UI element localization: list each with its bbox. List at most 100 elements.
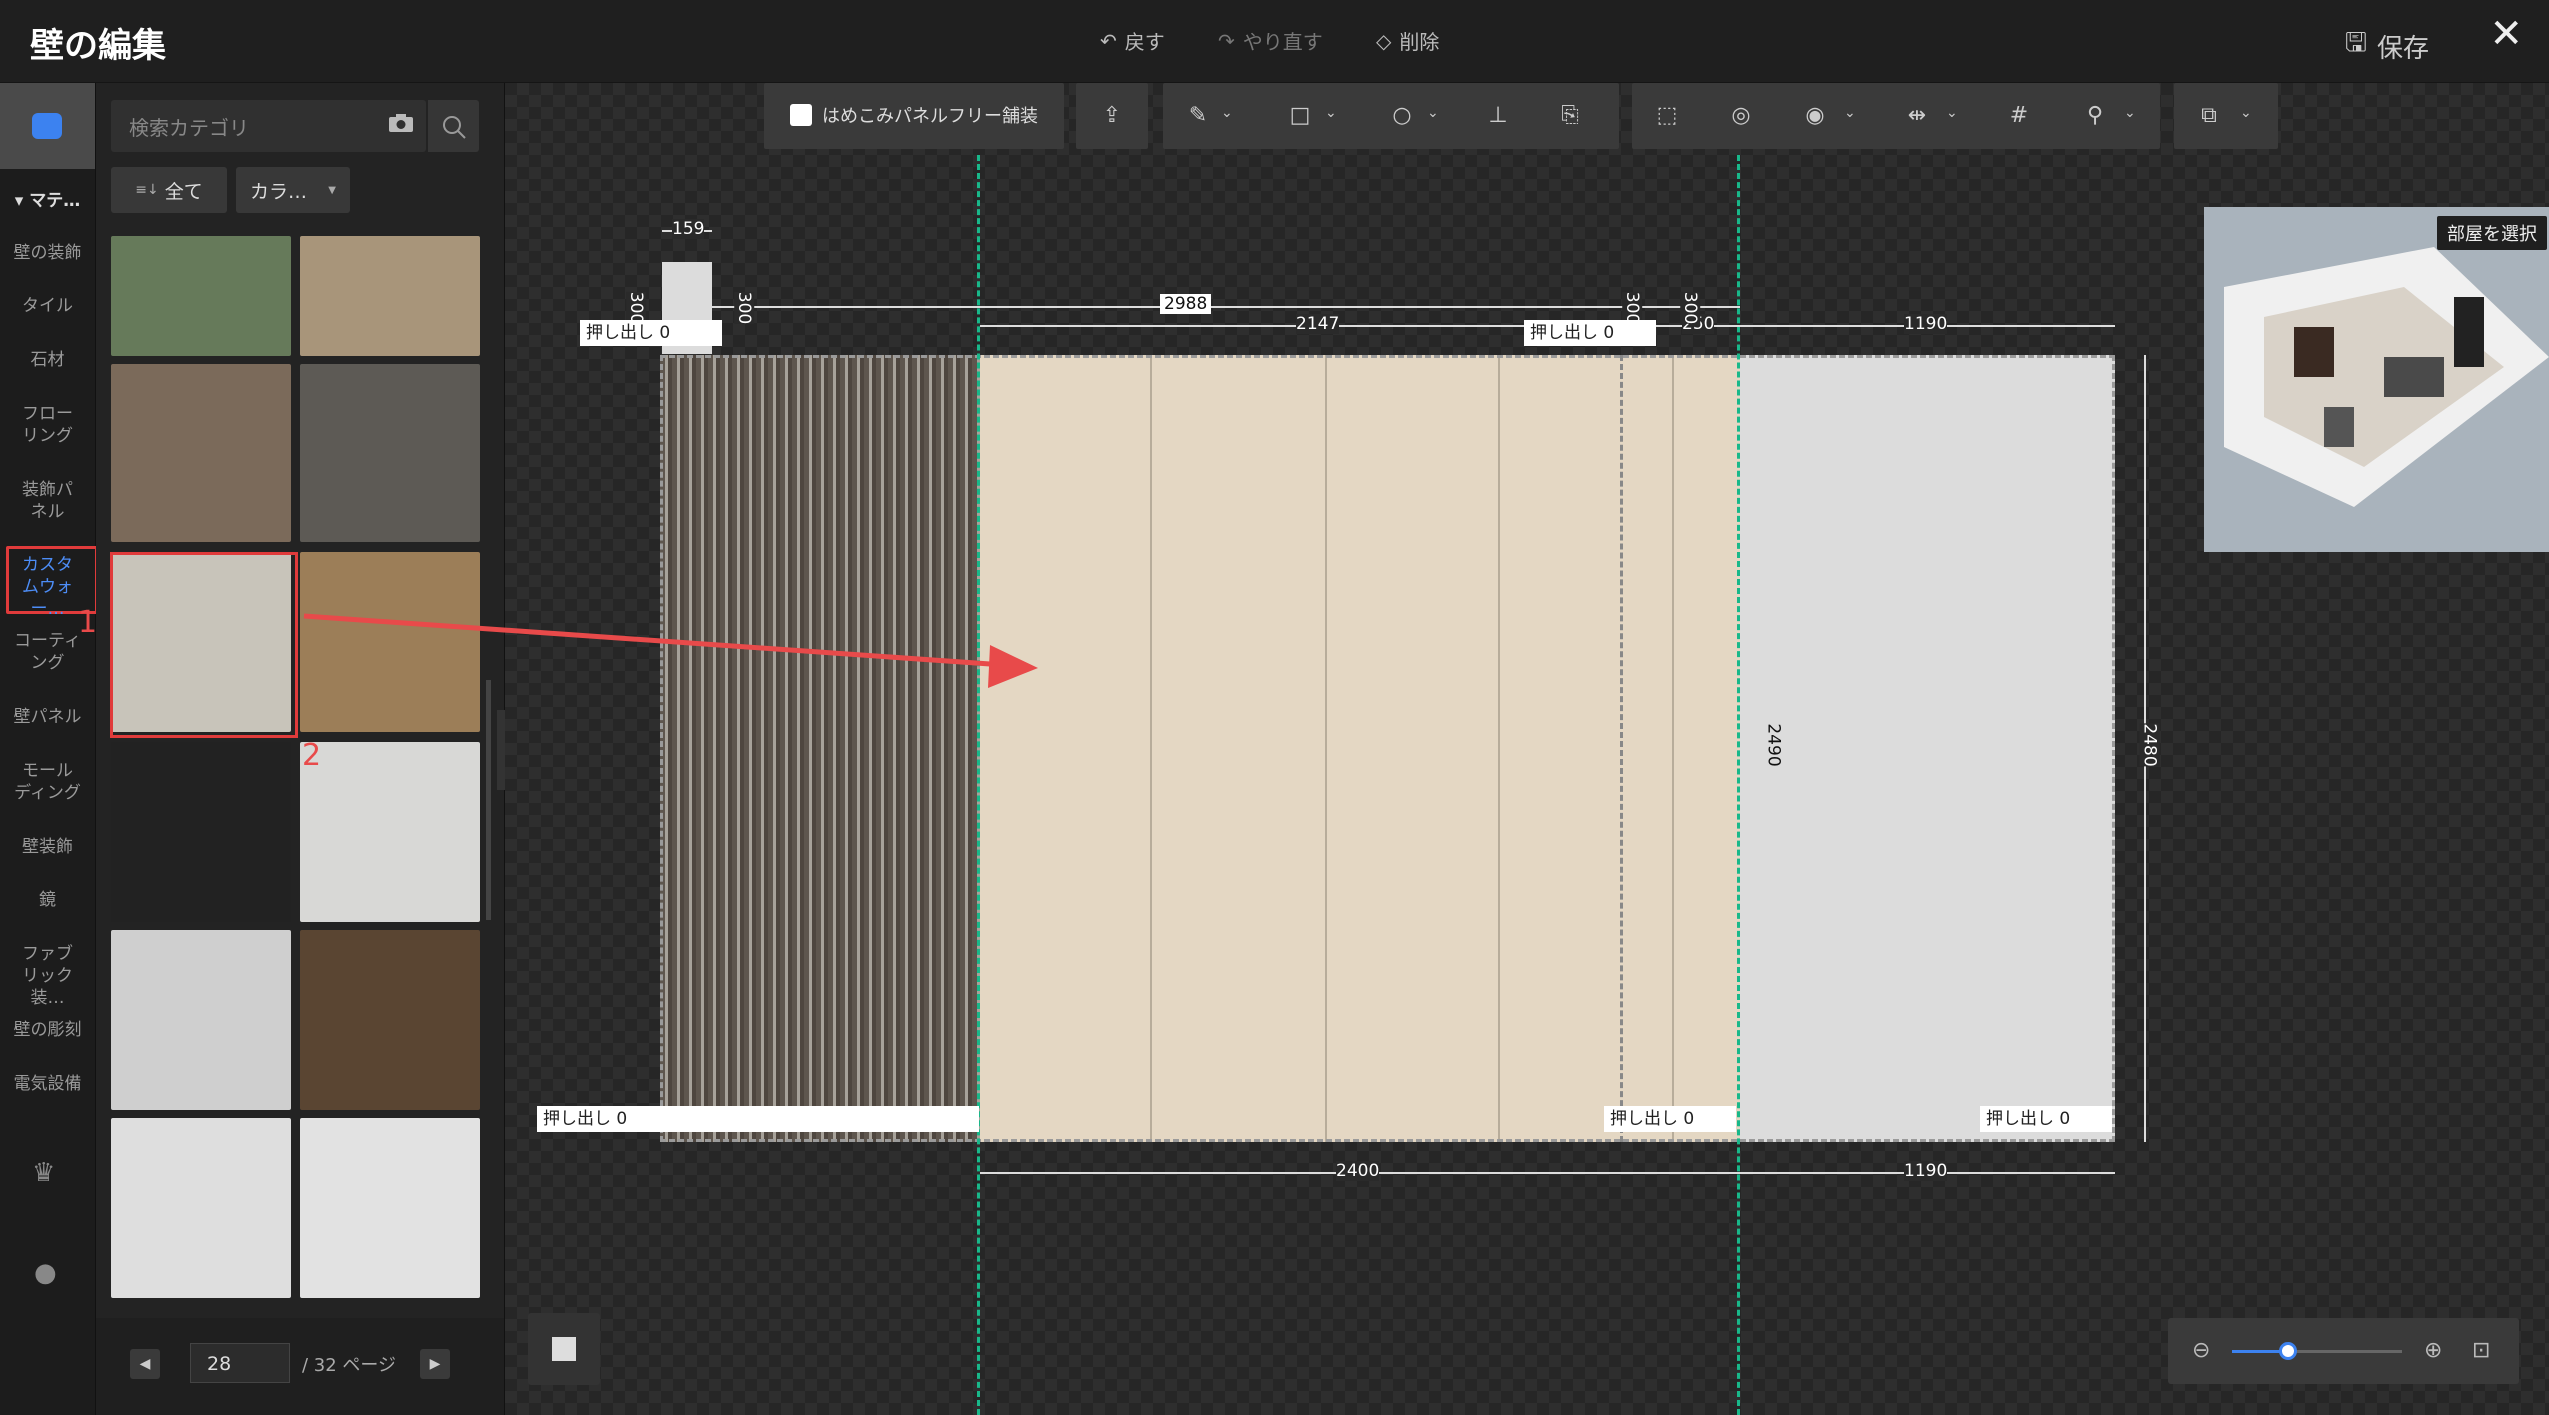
select-room-button[interactable]: 部屋を選択	[2437, 216, 2547, 250]
dim-300-b: 300	[734, 291, 755, 325]
nav-item-wall-decor[interactable]: 壁の装飾	[0, 242, 95, 264]
search-input[interactable]: 検索カテゴリ	[111, 100, 426, 152]
chevron-down-icon[interactable]: ⌄	[2240, 105, 2252, 121]
dim-300-d: 300	[1680, 291, 1701, 325]
dim-2988: 2988	[1160, 294, 1212, 314]
rectangle-tool-icon[interactable]: □	[1287, 103, 1313, 129]
extrude-label-bottom-left[interactable]: 押し出し 0	[537, 1106, 979, 1132]
redo-button[interactable]: ↷ やり直す	[1218, 26, 1323, 55]
select-frame-icon[interactable]: ⬚	[1654, 103, 1680, 129]
search-icon	[443, 116, 466, 139]
material-tile[interactable]	[300, 236, 480, 356]
close-icon[interactable]: ✕	[2489, 14, 2523, 54]
eye-icon[interactable]: ◉	[1802, 103, 1828, 129]
grid-icon[interactable]: #	[2006, 103, 2032, 129]
dim-1190-bottom: 1190	[1904, 1161, 1948, 1181]
nav-item-flooring[interactable]: フローリング	[0, 403, 95, 447]
panel-scrollbar[interactable]	[486, 680, 491, 920]
nav-item-electrical[interactable]: 電気設備	[0, 1073, 95, 1095]
filter-color-label: カラ…	[250, 180, 308, 203]
filter-color-dropdown[interactable]: カラ… ▼	[236, 167, 350, 213]
user-icon[interactable]: ●	[34, 1258, 57, 1288]
3d-view-button[interactable]	[528, 1313, 600, 1385]
dim-1190-top: 1190	[1904, 314, 1948, 334]
save-icon: 🖫	[2344, 28, 2367, 58]
toolbar-group-copy: ⧉ ⌄	[2174, 83, 2278, 149]
page-number-input[interactable]: 28	[190, 1343, 290, 1383]
camera-icon[interactable]	[388, 113, 414, 133]
undo-button[interactable]: ↶ 戻す	[1100, 26, 1165, 55]
save-label: 保存	[2376, 33, 2429, 64]
material-tile[interactable]	[111, 742, 291, 922]
magnet-icon[interactable]: ⚲	[2082, 103, 2108, 129]
edit-area-icon[interactable]: ⎘	[1557, 103, 1583, 129]
nav-item-decor-panel[interactable]: 装飾パネル	[0, 479, 95, 523]
dim-2490: 2490	[1763, 723, 1784, 767]
3d-room-preview[interactable]	[2204, 207, 2549, 552]
chevron-down-icon[interactable]: ⌄	[1946, 105, 1958, 121]
nav-section-materials[interactable]: ▾ マテ…	[0, 190, 95, 212]
nav-item-molding[interactable]: モールディング	[0, 760, 95, 804]
annotation-step-2: 2	[302, 738, 322, 773]
align-icon[interactable]: ⇹	[1904, 103, 1930, 129]
chevron-down-icon[interactable]: ⌄	[1844, 105, 1856, 121]
sort-icon: ≡↓	[135, 182, 159, 198]
upload-icon[interactable]: ⇪	[1099, 103, 1125, 129]
chevron-down-icon[interactable]: ⌄	[1221, 105, 1233, 121]
fit-view-icon[interactable]: ⊡	[2472, 1338, 2490, 1363]
search-button[interactable]	[428, 100, 479, 152]
nav-item-wall-carving[interactable]: 壁の彫刻	[0, 1019, 95, 1041]
nav-item-wall-panel[interactable]: 壁パネル	[0, 706, 95, 728]
chevron-down-icon[interactable]: ⌄	[2124, 105, 2136, 121]
nav-item-wall-ornament[interactable]: 壁装飾	[0, 836, 95, 858]
nav-item-coating[interactable]: コーティング	[0, 630, 95, 674]
material-tile[interactable]	[300, 1118, 480, 1298]
material-tile[interactable]	[111, 1118, 291, 1298]
search-placeholder: 検索カテゴリ	[129, 116, 249, 140]
lasso-icon[interactable]: ◎	[1728, 103, 1754, 129]
zoom-in-icon[interactable]: ⊕	[2424, 1338, 2442, 1363]
delete-button[interactable]: ◇ 削除	[1376, 26, 1439, 55]
dim-2400: 2400	[1336, 1161, 1380, 1181]
room-preview-image	[2204, 207, 2549, 552]
page-total: / 32 ページ	[302, 1355, 397, 1376]
dim-2480: 2480	[2139, 723, 2160, 767]
materials-icon	[32, 113, 62, 139]
extrude-label-top-mid[interactable]: 押し出し 0	[1524, 320, 1656, 346]
crown-icon[interactable]: ♛	[32, 1158, 55, 1188]
pen-tool-icon[interactable]: ✎	[1185, 103, 1211, 129]
free-paving-checkbox[interactable]	[790, 104, 812, 126]
nav-item-stone[interactable]: 石材	[0, 349, 95, 371]
extrude-label-top-left[interactable]: 押し出し 0	[580, 320, 722, 346]
eraser-icon: ◇	[1376, 28, 1392, 53]
save-button[interactable]: 🖫 保存	[2345, 24, 2429, 68]
material-tile[interactable]	[111, 236, 291, 356]
chevron-down-icon[interactable]: ⌄	[1325, 105, 1337, 121]
nav-item-fabric[interactable]: ファブリック装…	[0, 943, 95, 1009]
prev-page-button[interactable]: ◀	[130, 1349, 160, 1379]
extrude-label-bottom-right[interactable]: 押し出し 0	[1980, 1106, 2112, 1132]
dim-2147: 2147	[1296, 314, 1340, 334]
material-tile[interactable]	[300, 930, 480, 1110]
zoom-slider-thumb[interactable]	[2279, 1342, 2298, 1360]
dim-line	[712, 306, 1740, 308]
next-page-button[interactable]: ▶	[420, 1349, 450, 1379]
material-tile[interactable]	[111, 930, 291, 1110]
toolbar-group-view: ⬚ ◎ ◉ ⌄ ⇹ ⌄ # ⚲ ⌄	[1632, 83, 2160, 149]
material-tile[interactable]	[111, 364, 291, 542]
copy-icon[interactable]: ⧉	[2196, 103, 2222, 129]
redo-label: やり直す	[1242, 30, 1323, 54]
material-tile[interactable]	[300, 742, 480, 922]
chevron-down-icon[interactable]: ⌄	[1427, 105, 1439, 121]
ruler-tool-icon[interactable]: ⊥	[1485, 103, 1511, 129]
nav-item-tile[interactable]: タイル	[0, 295, 95, 317]
nav-item-mirror[interactable]: 鏡	[0, 889, 95, 911]
annotation-drag-arrow	[303, 613, 1038, 688]
filter-all-button[interactable]: ≡↓ 全て	[111, 167, 227, 213]
circle-tool-icon[interactable]: ○	[1389, 103, 1415, 129]
guide-line	[1737, 155, 1740, 1415]
extrude-label-bottom-mid[interactable]: 押し出し 0	[1604, 1106, 1736, 1132]
nav-materials-tab[interactable]	[0, 83, 95, 169]
zoom-out-icon[interactable]: ⊖	[2192, 1338, 2210, 1363]
material-tile[interactable]	[300, 364, 480, 542]
